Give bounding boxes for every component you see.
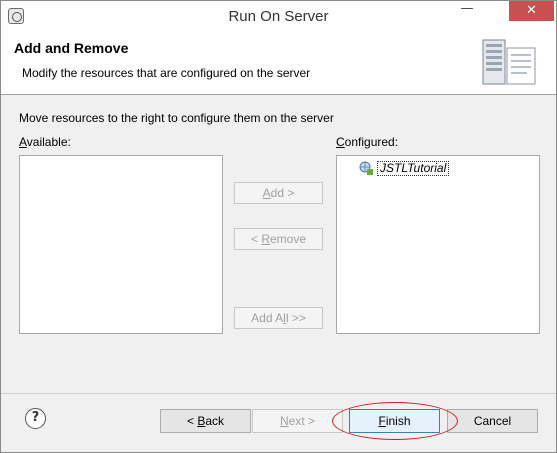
instruction-text: Move resources to the right to configure… <box>19 111 334 125</box>
configured-item-jstltutorial[interactable]: JSTLTutorial <box>359 160 450 176</box>
page-title: Add and Remove <box>14 40 129 56</box>
configured-list[interactable]: JSTLTutorial <box>336 155 540 334</box>
cancel-button[interactable]: Cancel <box>447 409 538 433</box>
wizard-header: Add and Remove Modify the resources that… <box>1 32 556 95</box>
available-list[interactable] <box>19 155 223 334</box>
help-icon[interactable]: ? <box>25 408 46 429</box>
back-button[interactable]: < Back <box>160 409 251 433</box>
web-project-icon <box>359 161 373 175</box>
configured-item-label: JSTLTutorial <box>377 160 450 176</box>
page-description: Modify the resources that are configured… <box>22 66 311 80</box>
add-all-button[interactable]: Add All >> <box>234 307 323 329</box>
title-bar[interactable]: Run On Server — ✕ <box>1 1 556 32</box>
configured-label: Configured: <box>336 135 399 149</box>
minimize-button[interactable]: — <box>453 2 481 22</box>
remove-button[interactable]: < Remove <box>234 228 323 250</box>
server-wizard-icon <box>482 39 536 85</box>
available-label: Available: <box>19 135 71 149</box>
close-button[interactable]: ✕ <box>509 1 554 21</box>
footer-divider <box>1 393 556 394</box>
finish-highlight-annotation <box>332 402 458 440</box>
run-on-server-dialog: Run On Server — ✕ Add and Remove Modify … <box>0 0 557 453</box>
next-button[interactable]: Next > <box>252 409 343 433</box>
add-button[interactable]: Add > <box>234 182 323 204</box>
